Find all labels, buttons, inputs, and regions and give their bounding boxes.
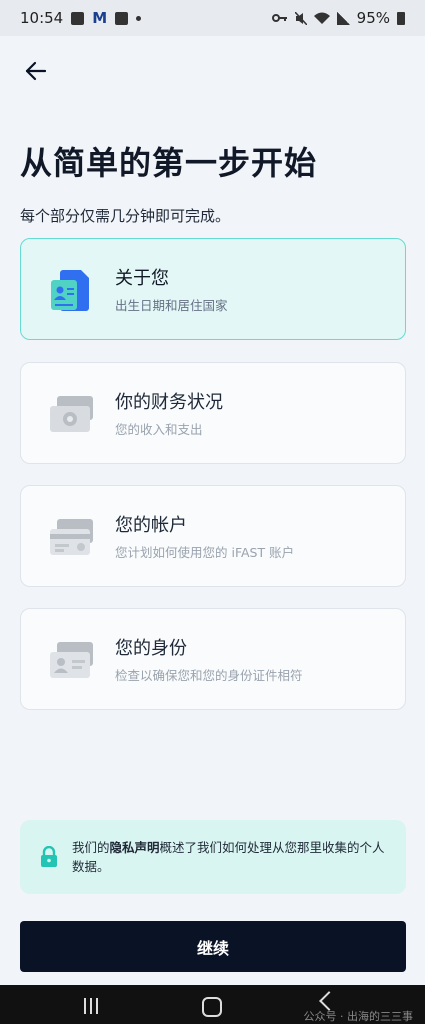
privacy-prefix: 我们的 (72, 840, 110, 855)
page-title: 从简单的第一步开始 (20, 144, 318, 182)
back-button[interactable] (20, 56, 50, 86)
section-title: 你的财务状况 (115, 392, 223, 413)
dot-icon (136, 15, 142, 21)
key-icon (271, 14, 287, 22)
arrow-left-icon (25, 61, 46, 81)
section-description: 您计划如何使用您的 iFAST 账户 (115, 545, 295, 560)
watermark-text: 公众号 · 出海的三三事 (303, 1010, 414, 1023)
privacy-statement-link[interactable]: 隐私声明 (110, 840, 160, 855)
signal-icon (336, 11, 350, 25)
gmail-icon: M (92, 9, 108, 27)
id-card-icon (50, 642, 93, 678)
section-title: 关于您 (115, 268, 169, 289)
section-description: 检查以确保您和您的身份证件相符 (115, 668, 303, 683)
home-icon[interactable] (202, 997, 222, 1017)
status-time: 10:54 (20, 9, 64, 27)
recent-apps-icon[interactable] (84, 998, 98, 1014)
page-subtitle: 每个部分仅需几分钟即可完成。 (20, 207, 231, 225)
section-card-identity[interactable]: 您的身份 检查以确保您和您的身份证件相符 (20, 608, 406, 710)
section-description: 您的收入和支出 (115, 422, 203, 437)
privacy-notice: 我们的隐私声明概述了我们如何处理从您那里收集的个人数据。 (20, 820, 406, 894)
section-title: 您的帐户 (115, 515, 187, 536)
battery-percent: 95% (356, 9, 390, 27)
image-icon (71, 11, 85, 25)
section-card-finances[interactable]: 你的财务状况 您的收入和支出 (20, 362, 406, 464)
card-icon (50, 519, 93, 555)
privacy-notice-text: 我们的隐私声明概述了我们如何处理从您那里收集的个人数据。 (72, 838, 388, 876)
wifi-icon (313, 12, 330, 24)
mute-icon (294, 11, 307, 25)
section-title: 您的身份 (115, 638, 187, 659)
continue-button[interactable]: 继续 (20, 921, 406, 972)
lock-icon (41, 846, 57, 867)
section-card-about-you[interactable]: 关于您 出生日期和居住国家 (20, 238, 406, 340)
task-icon (115, 11, 129, 25)
money-icon (50, 396, 93, 432)
status-bar: 10:54 M 95% (0, 0, 425, 36)
document-person-icon (51, 270, 89, 311)
battery-icon (397, 11, 405, 25)
section-description: 出生日期和居住国家 (115, 298, 228, 313)
section-card-account[interactable]: 您的帐户 您计划如何使用您的 iFAST 账户 (20, 485, 406, 587)
